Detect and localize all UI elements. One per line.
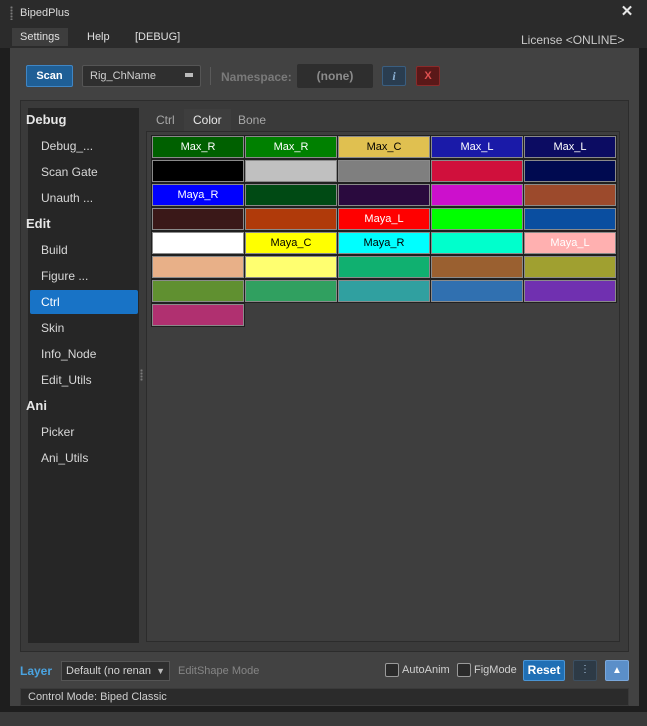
- layer-label: Layer: [20, 664, 53, 678]
- color-swatch[interactable]: [430, 279, 524, 303]
- layer-dropdown[interactable]: Default (no renan ▼: [61, 661, 170, 681]
- viewport-strip: [0, 712, 647, 726]
- color-swatch[interactable]: [151, 159, 245, 183]
- reset-button[interactable]: Reset: [523, 660, 565, 681]
- title-bar[interactable]: BipedPlus ✕: [0, 0, 647, 26]
- color-swatch[interactable]: [151, 255, 245, 279]
- color-swatch[interactable]: [523, 207, 617, 231]
- sidebar-section-ani[interactable]: Ani: [26, 394, 47, 418]
- close-icon: ✕: [620, 3, 634, 20]
- color-swatch[interactable]: [430, 231, 524, 255]
- chevron-down-icon: ▼: [156, 666, 165, 676]
- figmode-checkbox[interactable]: [457, 663, 471, 677]
- sidebar-item-unauth[interactable]: Unauth ...: [41, 186, 93, 210]
- sidebar-section-debug[interactable]: Debug: [26, 108, 66, 132]
- sidebar-item-skin[interactable]: Skin: [41, 316, 64, 340]
- window-title: BipedPlus: [20, 7, 70, 19]
- color-swatch-maya-r[interactable]: Maya_R: [151, 183, 245, 207]
- color-swatch[interactable]: [523, 159, 617, 183]
- color-swatch[interactable]: [244, 255, 338, 279]
- color-swatch[interactable]: [151, 279, 245, 303]
- sidebar-item-ctrl[interactable]: Ctrl: [30, 290, 138, 314]
- status-bar: Control Mode: Biped Classic: [20, 688, 629, 706]
- toolbar-separator: [210, 67, 211, 85]
- sidebar-item-debug[interactable]: Debug_...: [41, 134, 93, 158]
- namespace-label: Namespace:: [221, 70, 292, 84]
- rig-picker-icon[interactable]: [185, 73, 193, 77]
- color-swatch-max-l[interactable]: Max_L: [430, 135, 524, 159]
- color-swatch-max-c[interactable]: Max_C: [337, 135, 431, 159]
- drag-grip-icon[interactable]: [10, 6, 13, 20]
- license-status: License <ONLINE>: [521, 33, 625, 47]
- color-swatch[interactable]: [244, 159, 338, 183]
- color-swatch[interactable]: [244, 183, 338, 207]
- autoanim-checkbox[interactable]: [385, 663, 399, 677]
- sidebar-item-edit-utils[interactable]: Edit_Utils: [41, 368, 92, 392]
- color-swatch[interactable]: [430, 255, 524, 279]
- color-swatch[interactable]: [337, 183, 431, 207]
- layer-value: Default (no renan: [66, 665, 151, 677]
- color-swatch[interactable]: [151, 303, 245, 327]
- tab-color[interactable]: Color: [184, 109, 231, 131]
- color-swatch[interactable]: [523, 255, 617, 279]
- menu-help[interactable]: Help: [79, 28, 118, 46]
- color-swatch[interactable]: [337, 279, 431, 303]
- color-swatch[interactable]: [523, 279, 617, 303]
- color-swatch-max-r[interactable]: Max_R: [151, 135, 245, 159]
- sidebar-item-figure[interactable]: Figure ...: [41, 264, 88, 288]
- sidebar-item-picker[interactable]: Picker: [41, 420, 74, 444]
- color-swatch-maya-l[interactable]: Maya_L: [523, 231, 617, 255]
- sidebar-item-info-node[interactable]: Info_Node: [41, 342, 96, 366]
- color-swatch[interactable]: [151, 231, 245, 255]
- clear-button[interactable]: X: [416, 66, 440, 86]
- color-swatch[interactable]: [244, 207, 338, 231]
- color-swatch[interactable]: [430, 183, 524, 207]
- collapse-button[interactable]: ▲: [605, 660, 629, 681]
- tab-bone[interactable]: Bone: [229, 109, 275, 131]
- color-swatch-maya-r[interactable]: Maya_R: [337, 231, 431, 255]
- close-button[interactable]: ✕: [618, 3, 636, 21]
- arrow-up-icon: ▲: [612, 665, 622, 676]
- color-swatch[interactable]: [337, 159, 431, 183]
- scan-button[interactable]: Scan: [26, 65, 73, 87]
- color-swatch[interactable]: [523, 183, 617, 207]
- color-swatch[interactable]: [430, 159, 524, 183]
- sidebar-item-build[interactable]: Build: [41, 238, 68, 262]
- color-swatch[interactable]: [244, 279, 338, 303]
- rig-name-field[interactable]: Rig_ChName: [82, 65, 201, 87]
- figmode-label: FigMode: [474, 664, 517, 676]
- color-swatch-max-l[interactable]: Max_L: [523, 135, 617, 159]
- menu-settings[interactable]: Settings: [12, 28, 68, 46]
- more-options-button[interactable]: ⋮: [573, 660, 597, 681]
- color-swatch-maya-c[interactable]: Maya_C: [244, 231, 338, 255]
- color-swatch-max-r[interactable]: Max_R: [244, 135, 338, 159]
- sidebar-item-scan-gate[interactable]: Scan Gate: [41, 160, 98, 184]
- splitter-handle[interactable]: [140, 369, 143, 381]
- color-swatch[interactable]: [151, 207, 245, 231]
- color-swatch[interactable]: [430, 207, 524, 231]
- color-swatch-maya-l[interactable]: Maya_L: [337, 207, 431, 231]
- sidebar-section-edit[interactable]: Edit: [26, 212, 51, 236]
- namespace-field[interactable]: (none): [297, 64, 373, 88]
- info-button[interactable]: i: [382, 66, 406, 86]
- tab-ctrl[interactable]: Ctrl: [147, 109, 184, 131]
- editshape-mode-label[interactable]: EditShape Mode: [178, 665, 259, 677]
- autoanim-label: AutoAnim: [402, 664, 450, 676]
- menu-bar: Settings Help [DEBUG] License <ONLINE>: [0, 26, 647, 48]
- sidebar-item-ani-utils[interactable]: Ani_Utils: [41, 446, 88, 470]
- menu-debug[interactable]: [DEBUG]: [127, 28, 188, 46]
- rig-name-value: Rig_ChName: [90, 70, 157, 82]
- color-swatch[interactable]: [337, 255, 431, 279]
- more-icon: ⋮: [580, 664, 590, 675]
- status-text: Control Mode: Biped Classic: [28, 691, 167, 703]
